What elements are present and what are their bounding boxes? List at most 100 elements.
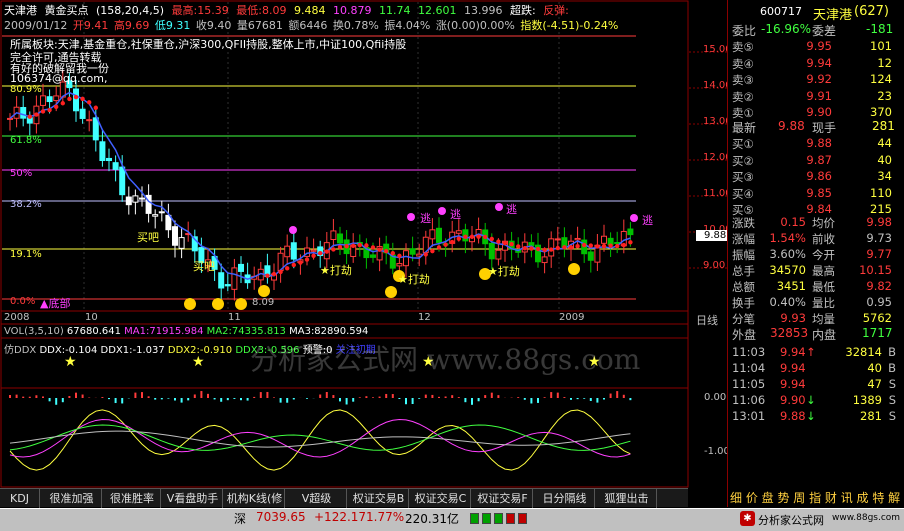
tick-row: 11:05 9.94 47 S <box>728 377 898 393</box>
sell-level[interactable]: 卖③ 9.92 124 <box>728 72 898 88</box>
quote-tabs[interactable]: 细 价 盘 势 周 指 财 讯 成 特 解 <box>730 489 900 506</box>
candle-body <box>403 250 409 267</box>
smiley-icon <box>385 286 397 298</box>
ddx3-line <box>9 424 631 451</box>
stat-label: 均量 <box>812 312 835 326</box>
high-label: 最高:15.39 <box>171 4 229 17</box>
trend-dot <box>34 112 39 117</box>
indicator-tab[interactable]: KDJ <box>0 489 40 508</box>
trend-dot <box>278 269 283 275</box>
trend-dot <box>47 107 52 113</box>
rebound-label: 反弹: <box>543 4 569 17</box>
stat-value: 9.93 <box>780 311 806 325</box>
candle-body <box>218 272 225 289</box>
outer-value: 32853 <box>770 326 809 340</box>
stat-label: 最高 <box>812 264 835 278</box>
candle-body <box>614 242 621 245</box>
escape-dot-icon <box>289 226 297 234</box>
sell-level[interactable]: 卖② 9.91 23 <box>728 89 898 105</box>
buy-level[interactable]: 买③ 9.86 34 <box>728 169 898 185</box>
candle-body <box>231 267 238 290</box>
buy-label: 买① <box>732 137 754 151</box>
sell-price: 9.94 <box>806 55 832 70</box>
pct-label-61: 61.8% <box>10 135 42 146</box>
indicator-tab[interactable]: 权证交易F <box>473 489 533 508</box>
tick-arrow-icon: ↓ <box>806 393 816 407</box>
watermark: 分析家公式网 www.88gs.com <box>250 343 641 376</box>
now-value: 281 <box>872 119 895 133</box>
buy-volume: 44 <box>877 136 892 150</box>
candle-body <box>601 235 607 244</box>
candle-body <box>73 88 79 112</box>
indicator-tab[interactable]: 机构K线(修 <box>225 489 285 508</box>
trend-dot <box>456 236 461 241</box>
indicator-tab[interactable]: 狐狸出击 <box>597 489 657 508</box>
trend-dot <box>443 242 448 247</box>
buy-price: 9.85 <box>806 185 832 200</box>
trend-dot <box>436 245 442 250</box>
sell-level[interactable]: 卖⑤ 9.95 101 <box>728 39 898 55</box>
indicator-tab[interactable]: 权证交易B <box>349 489 409 508</box>
inner-value: 1717 <box>862 326 893 340</box>
buy-volume: 215 <box>870 202 892 216</box>
tick-time: 11:03 <box>732 345 766 359</box>
sell-price: 9.90 <box>806 105 832 119</box>
trend-dot <box>377 247 382 252</box>
period-label[interactable]: 日线 <box>696 312 718 328</box>
status-amount: 220.31亿 <box>405 512 459 526</box>
info-line: 2009/01/12 开9.41 高9.69 低9.31 收9.40 量6768… <box>4 17 622 33</box>
sell-level[interactable]: 卖④ 9.94 12 <box>728 56 898 72</box>
tick-price: 9.94 <box>780 361 806 375</box>
smiley-icon <box>568 263 580 275</box>
trend-dot <box>291 262 296 268</box>
indicator-tab[interactable]: 很准胜率 <box>104 489 161 508</box>
robbery-signal-3: ★打劫 <box>488 265 520 278</box>
candle-body <box>587 251 594 261</box>
low-label: 最低:8.09 <box>236 4 287 17</box>
stat-value: 3.60% <box>769 247 806 261</box>
trend-dot <box>509 242 514 247</box>
trend-dot <box>73 94 79 100</box>
indicator-tab[interactable]: 很准加强 <box>42 489 102 508</box>
level-v3: 11.74 <box>378 4 411 17</box>
sell-label: 卖③ <box>732 73 754 87</box>
smiley-icon <box>212 298 224 310</box>
trend-dot <box>271 271 277 277</box>
tick-time: 11:05 <box>732 377 766 391</box>
buy-price: 9.87 <box>806 152 832 167</box>
info-open: 开9.41 <box>72 19 109 32</box>
inner-label: 内盘 <box>812 328 837 342</box>
stat-value: 5762 <box>862 311 892 325</box>
trend-dot <box>516 244 521 249</box>
indicator-tab[interactable]: V看盘助手 <box>163 489 223 508</box>
pct-label-0: 0.0% <box>10 296 36 307</box>
candle-body <box>574 237 581 241</box>
indicator-tab[interactable]: 权证交易C <box>411 489 471 508</box>
ddx1-value: DDX1:-1.037 <box>100 345 165 356</box>
level-v4: 12.601 <box>417 4 457 17</box>
candle-body <box>46 96 53 103</box>
trend-dot <box>450 239 455 245</box>
candle-body <box>627 228 634 236</box>
candle-body <box>119 166 126 196</box>
tick-volume: 1389 <box>852 393 882 407</box>
stat-value: 9.77 <box>866 247 892 261</box>
wb-value: -16.96% <box>761 22 812 36</box>
candle-body <box>528 242 535 247</box>
trend-dot <box>542 247 547 253</box>
candle-body <box>20 107 27 119</box>
indicator-tab[interactable]: 日分隔线 <box>535 489 595 508</box>
candle-body <box>284 245 291 258</box>
indicator-tab[interactable]: V超级MACD <box>287 489 347 524</box>
time-tick: 2008 <box>4 312 30 323</box>
trend-dot <box>463 234 468 240</box>
buy-level[interactable]: 买② 9.87 40 <box>728 153 898 169</box>
buy-level[interactable]: 买① 9.88 44 <box>728 136 898 152</box>
trend-dot <box>423 252 428 257</box>
info-high: 高9.69 <box>113 19 150 32</box>
buy-volume: 34 <box>877 169 892 183</box>
bottom-signal: ▲底部 <box>40 297 71 310</box>
buy-level[interactable]: 买④ 9.85 110 <box>728 186 898 202</box>
trend-dot <box>469 234 475 239</box>
candle-body <box>112 162 119 170</box>
